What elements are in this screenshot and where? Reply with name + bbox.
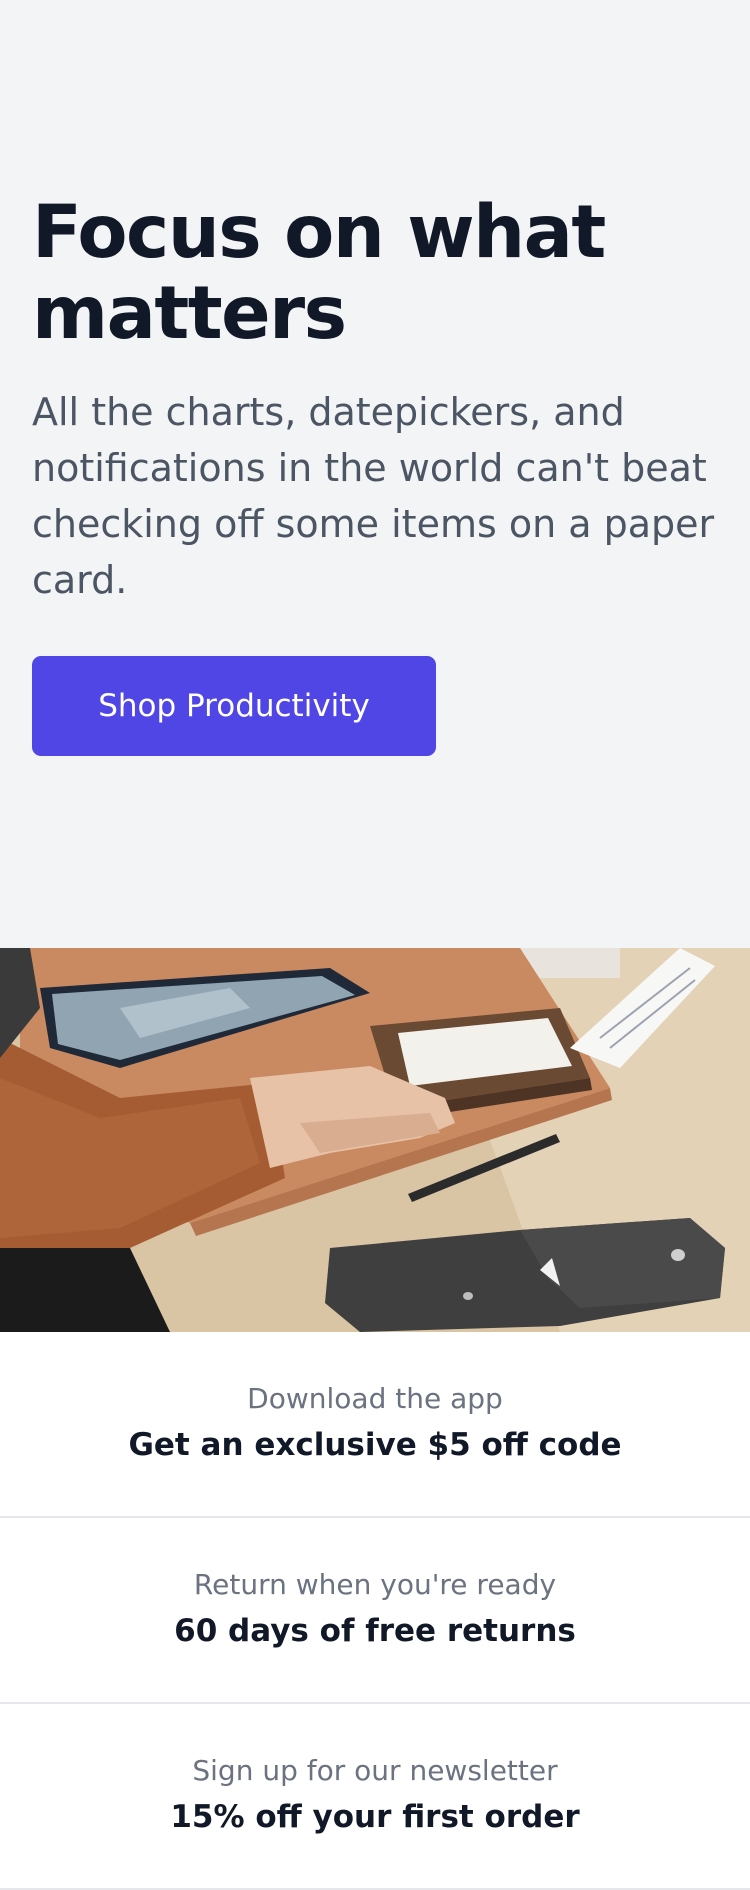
perks-list: Download the app Get an exclusive $5 off…	[0, 1332, 750, 1890]
perk-value: Get an exclusive $5 off code	[128, 1427, 622, 1463]
perk-label: Return when you're ready	[193, 1568, 557, 1601]
perk-item-app: Download the app Get an exclusive $5 off…	[0, 1332, 750, 1518]
hero-title: Focus on what matters	[32, 190, 606, 356]
perk-item-newsletter: Sign up for our newsletter 15% off your …	[0, 1704, 750, 1890]
perk-value: 60 days of free returns	[174, 1613, 576, 1649]
desk-photo-illustration	[0, 948, 750, 1332]
shop-productivity-button[interactable]: Shop Productivity	[32, 656, 436, 756]
perk-label: Sign up for our newsletter	[192, 1754, 558, 1787]
hero-description: All the charts, datepickers, and notific…	[32, 390, 715, 602]
perk-item-returns: Return when you're ready 60 days of free…	[0, 1518, 750, 1704]
perk-label: Download the app	[247, 1382, 503, 1415]
hero-photo	[0, 948, 750, 1332]
perk-value: 15% off your first order	[170, 1799, 580, 1835]
hero-section: Focus on what matters All the charts, da…	[0, 0, 750, 948]
